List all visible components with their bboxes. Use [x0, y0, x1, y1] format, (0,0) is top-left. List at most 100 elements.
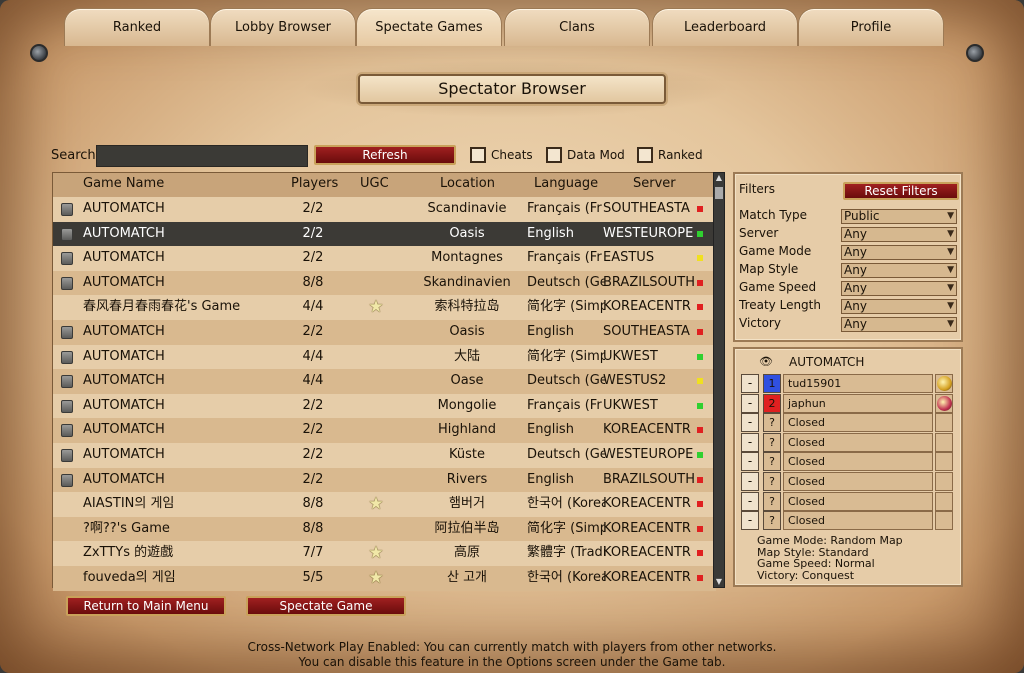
- scroll-up-icon[interactable]: ▲: [714, 173, 724, 183]
- tab-leaderboard[interactable]: Leaderboard: [652, 8, 798, 46]
- slot-team[interactable]: ?: [763, 472, 781, 491]
- data-mod-checkbox[interactable]: [546, 147, 562, 163]
- ugc-star-icon: ★: [368, 567, 384, 588]
- table-row[interactable]: AUTOMATCH 2/2 Mongolie Français (Fr UKWEST: [53, 393, 716, 419]
- header-ugc[interactable]: UGC: [360, 173, 389, 195]
- player-slot: -1 tud15901: [741, 374, 953, 393]
- tab-spectate-games[interactable]: Spectate Games: [356, 8, 502, 46]
- slot-civ[interactable]: [935, 393, 953, 413]
- reset-filters-button[interactable]: Reset Filters: [843, 182, 959, 200]
- table-row[interactable]: 春风春月春雨春花's Game 4/4 ★ 索科特拉岛 简化字 (Simpl KOREAC…: [53, 295, 716, 320]
- ranked-label: Ranked: [658, 148, 703, 162]
- filter-label: Victory: [739, 316, 781, 330]
- cheats-checkbox[interactable]: [470, 147, 486, 163]
- game-name: fouveda의 게임: [83, 569, 176, 585]
- game-server: BRAZILSOUTH: [603, 274, 696, 290]
- data-mod-label: Data Mod: [567, 148, 625, 162]
- slot-action-button[interactable]: -: [741, 374, 759, 393]
- top-tabs: Ranked Lobby Browser Spectate Games Clan…: [64, 8, 964, 46]
- slot-civ[interactable]: [935, 491, 953, 511]
- slot-civ[interactable]: [935, 452, 953, 472]
- scroll-icon: [61, 325, 73, 339]
- table-row[interactable]: ?啊??'s Game 8/8 阿拉伯半岛 简化字 (Simpl KOREACENTR: [53, 516, 716, 542]
- filters-title: Filters: [739, 182, 775, 196]
- player-slot: -? Closed: [741, 452, 953, 472]
- slot-action-button[interactable]: -: [741, 491, 759, 511]
- filter-value: Any: [844, 263, 867, 277]
- game-location: Skandinavien: [423, 274, 511, 290]
- ping-indicator-icon: [697, 255, 703, 262]
- table-scrollbar[interactable]: ▲ ▼: [713, 172, 725, 588]
- slot-team[interactable]: 2: [763, 393, 781, 413]
- spectate-game-button[interactable]: Spectate Game: [246, 596, 406, 616]
- header-server[interactable]: Server: [633, 173, 676, 195]
- slot-team[interactable]: ?: [763, 491, 781, 511]
- game-players: 4/4: [302, 299, 324, 315]
- slot-action-button[interactable]: -: [741, 413, 759, 433]
- refresh-button[interactable]: Refresh: [314, 145, 456, 165]
- filter-select[interactable]: Public ▼: [841, 209, 957, 224]
- slot-team[interactable]: ?: [763, 511, 781, 531]
- filter-select[interactable]: Any ▼: [841, 263, 957, 278]
- table-row[interactable]: AUTOMATCH 2/2 Highland English KOREACENTR: [53, 418, 716, 443]
- slot-civ[interactable]: [935, 413, 953, 433]
- game-location: 阿拉伯半岛: [434, 520, 500, 536]
- ping-indicator-icon: [697, 328, 703, 335]
- table-row[interactable]: AUTOMATCH 2/2 Montagnes Français (Fr EASTUS: [53, 246, 716, 271]
- slot-civ[interactable]: [935, 511, 953, 531]
- table-row[interactable]: AUTOMATCH 4/4 Oase Deutsch (Ge WESTUS2: [53, 369, 716, 394]
- slot-action-button[interactable]: -: [741, 393, 759, 413]
- table-row[interactable]: AUTOMATCH 8/8 Skandinavien Deutsch (Ge BRAZI…: [53, 270, 716, 296]
- header-players[interactable]: Players: [291, 173, 338, 195]
- table-row[interactable]: AUTOMATCH 2/2 Rivers English BRAZILSOUTH: [53, 467, 716, 493]
- tab-ranked[interactable]: Ranked: [64, 8, 210, 46]
- filter-select[interactable]: Any ▼: [841, 245, 957, 260]
- filter-value: Any: [844, 299, 867, 313]
- ping-indicator-icon: [697, 574, 703, 581]
- scroll-down-icon[interactable]: ▼: [714, 577, 724, 587]
- game-location: 햄버거: [449, 496, 485, 512]
- ranked-checkbox[interactable]: [637, 147, 653, 163]
- table-row[interactable]: AUTOMATCH 2/2 Scandinavie Français (Fr SOUTH…: [53, 197, 716, 222]
- slot-civ[interactable]: [935, 432, 953, 452]
- filter-label: Treaty Length: [739, 298, 821, 312]
- slot-team[interactable]: ?: [763, 432, 781, 452]
- scroll-thumb[interactable]: [715, 187, 723, 199]
- games-table: Game Name Players UGC Location Language …: [52, 172, 716, 591]
- game-server: UKWEST: [603, 397, 658, 413]
- slot-civ[interactable]: [935, 472, 953, 491]
- bolt-icon: [30, 44, 48, 62]
- table-row[interactable]: AIASTIN의 게임 8/8 ★ 햄버거 한국어 (Korea KOREACENTR: [53, 492, 716, 517]
- filter-select[interactable]: Any ▼: [841, 281, 957, 296]
- table-row[interactable]: AUTOMATCH 2/2 Küste Deutsch (Ge WESTEUROPE: [53, 442, 716, 468]
- header-location[interactable]: Location: [440, 173, 495, 195]
- filter-select[interactable]: Any ▼: [841, 227, 957, 242]
- tab-clans[interactable]: Clans: [504, 8, 650, 46]
- tab-lobby-browser[interactable]: Lobby Browser: [210, 8, 356, 46]
- ping-indicator-icon: [697, 206, 703, 212]
- filter-select[interactable]: Any ▼: [841, 299, 957, 314]
- table-row[interactable]: AUTOMATCH 2/2 Oasis English WESTEUROPE: [53, 221, 716, 247]
- search-input[interactable]: [96, 145, 308, 167]
- table-row[interactable]: AUTOMATCH 4/4 大陆 简化字 (Simpl UKWEST: [53, 344, 716, 370]
- header-language[interactable]: Language: [534, 173, 598, 195]
- table-row[interactable]: AUTOMATCH 2/2 Oasis English SOUTHEASTA: [53, 319, 716, 345]
- slot-action-button[interactable]: -: [741, 472, 759, 491]
- tab-profile[interactable]: Profile: [798, 8, 944, 46]
- return-to-main-menu-button[interactable]: Return to Main Menu: [66, 596, 226, 616]
- slot-action-button[interactable]: -: [741, 511, 759, 531]
- table-row[interactable]: fouveda의 게임 5/5 ★ 산 고개 한국어 (Korea KOREACENTR: [53, 565, 716, 591]
- slot-action-button[interactable]: -: [741, 432, 759, 452]
- slot-action-button[interactable]: -: [741, 452, 759, 472]
- scroll-icon: [61, 448, 73, 462]
- filter-select[interactable]: Any ▼: [841, 317, 957, 332]
- slot-player-name: japhun: [783, 393, 933, 413]
- game-info-line: Victory: Conquest: [757, 568, 855, 582]
- game-location: Küste: [449, 446, 485, 462]
- slot-team[interactable]: 1: [763, 374, 781, 393]
- slot-civ[interactable]: [935, 374, 953, 393]
- table-row[interactable]: ZxTTYs 的遊戲 7/7 ★ 高原 繁體字 (Tradit KOREACENTR: [53, 541, 716, 566]
- slot-team[interactable]: ?: [763, 413, 781, 433]
- header-game-name[interactable]: Game Name: [83, 173, 164, 195]
- slot-team[interactable]: ?: [763, 452, 781, 472]
